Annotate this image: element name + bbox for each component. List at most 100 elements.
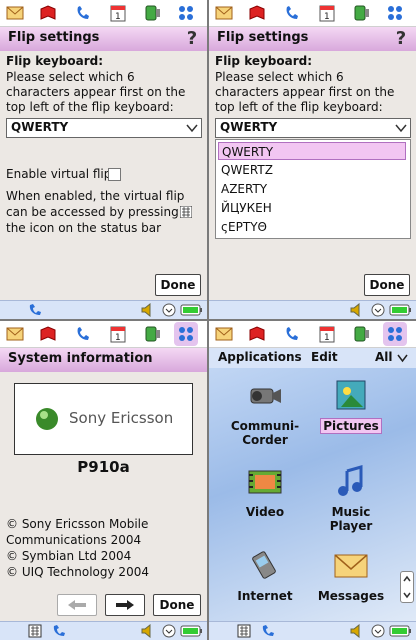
layout-option[interactable]: QWERTY	[218, 142, 406, 160]
layout-option[interactable]: AZERTY	[218, 180, 406, 198]
app-launcher-bar: 1	[209, 321, 416, 348]
speaker-icon[interactable]	[350, 624, 364, 638]
layout-option[interactable]: ЙЦУКЕН	[218, 199, 406, 217]
app-label: Pictures	[311, 418, 391, 434]
phone-icon[interactable]	[73, 324, 93, 344]
selected-layout: QWERTY	[220, 120, 278, 134]
flip-layout-select[interactable]: QWERTY	[6, 118, 202, 138]
help-icon[interactable]: ?	[182, 28, 202, 50]
title-bar: Flip settings ?	[209, 27, 416, 51]
done-button[interactable]: Done	[364, 274, 410, 296]
copyright-line: © Sony Ericsson Mobile	[6, 517, 149, 531]
camcorder-icon	[250, 388, 281, 404]
layout-option[interactable]: ςΕΡΤΥΘ	[218, 218, 406, 236]
apps-grid-icon[interactable]	[383, 322, 407, 346]
calendar-icon[interactable]: 1	[317, 324, 337, 344]
app-pictures[interactable]: Pictures	[311, 377, 391, 447]
applications-screen: 1 Applications Edit All Communi- Corder …	[209, 321, 416, 640]
app-music-player[interactable]: Music Player	[311, 463, 391, 533]
chevron-down-icon	[395, 124, 407, 133]
apps-grid-icon[interactable]	[385, 3, 405, 23]
battery-icon	[180, 304, 202, 316]
clock-icon[interactable]	[371, 303, 385, 317]
app-internet[interactable]: Internet	[225, 547, 305, 617]
page-title: Flip settings	[8, 30, 100, 45]
status-bar	[0, 621, 207, 640]
calendar-icon[interactable]: 1	[108, 324, 128, 344]
calendar-icon[interactable]: 1	[108, 3, 128, 23]
internet-phone-icon	[252, 551, 276, 579]
flip-keyboard-label: Flip keyboard:	[215, 54, 313, 68]
video-film-icon	[248, 470, 282, 494]
phone-icon[interactable]	[52, 624, 68, 638]
previous-button[interactable]	[57, 594, 97, 616]
app-launcher-bar: 1	[209, 0, 416, 27]
mail-icon[interactable]	[214, 324, 234, 344]
mail-icon[interactable]	[5, 3, 25, 23]
title-bar: Flip settings ?	[0, 27, 207, 51]
device-icon[interactable]	[143, 324, 163, 344]
speaker-icon[interactable]	[350, 303, 364, 317]
book-icon[interactable]	[247, 3, 267, 23]
flip-keyboard-description: Please select which 6 characters appear …	[6, 70, 186, 114]
app-launcher-bar: 1	[0, 321, 207, 348]
keyboard-icon[interactable]	[28, 624, 42, 638]
flip-keyboard-label: Flip keyboard:	[6, 54, 104, 68]
app-label: Corder	[242, 433, 288, 447]
envelope-icon	[334, 554, 368, 578]
apps-grid-icon[interactable]	[174, 322, 198, 346]
manufacturer-logo: Sony Ericsson	[14, 383, 193, 455]
menu-edit[interactable]: Edit	[311, 350, 338, 364]
mail-icon[interactable]	[5, 324, 25, 344]
sony-ericsson-logo-icon	[36, 408, 58, 430]
mail-icon[interactable]	[214, 3, 234, 23]
copyright-line: Communications 2004	[6, 533, 142, 547]
flip-settings-dropdown-screen: 1 Flip settings ? Flip keyboard: Please …	[209, 0, 416, 319]
help-icon[interactable]: ?	[391, 28, 411, 50]
enable-virtual-flip-checkbox[interactable]	[108, 168, 121, 181]
scrollbar[interactable]	[400, 571, 414, 603]
book-icon[interactable]	[247, 324, 267, 344]
phone-icon[interactable]	[261, 624, 277, 638]
calendar-icon[interactable]: 1	[317, 3, 337, 23]
device-icon[interactable]	[143, 3, 163, 23]
layout-dropdown-list: QWERTY QWERTZ AZERTY ЙЦУКЕН ςΕΡΤΥΘ	[215, 139, 411, 239]
speaker-icon[interactable]	[141, 303, 155, 317]
keyboard-icon[interactable]	[237, 624, 251, 638]
keyboard-icon	[180, 206, 192, 218]
battery-icon	[389, 304, 411, 316]
device-icon[interactable]	[352, 324, 372, 344]
virtual-flip-help: When enabled, the virtual flip can be ac…	[6, 189, 185, 235]
app-label: Player	[329, 519, 373, 533]
arrow-right-icon	[116, 600, 134, 610]
apps-grid-icon[interactable]	[176, 3, 196, 23]
flip-layout-select[interactable]: QWERTY	[215, 118, 411, 138]
next-button[interactable]	[105, 594, 145, 616]
app-communicorder[interactable]: Communi- Corder	[225, 377, 305, 447]
arrow-left-icon	[68, 600, 86, 610]
done-button[interactable]: Done	[153, 594, 201, 616]
clock-icon[interactable]	[371, 624, 385, 638]
clock-icon[interactable]	[162, 303, 176, 317]
app-messages[interactable]: Messages	[311, 547, 391, 617]
copyright-line: © UIQ Technology 2004	[6, 565, 149, 579]
menu-applications[interactable]: Applications	[218, 350, 302, 364]
phone-icon[interactable]	[28, 303, 44, 317]
phone-icon[interactable]	[282, 3, 302, 23]
clock-icon[interactable]	[162, 624, 176, 638]
svg-text:1: 1	[115, 12, 121, 22]
flip-keyboard-description: Please select which 6 characters appear …	[215, 70, 395, 114]
phone-icon[interactable]	[73, 3, 93, 23]
menu-all[interactable]: All	[375, 350, 393, 364]
done-button[interactable]: Done	[155, 274, 201, 296]
phone-icon[interactable]	[282, 324, 302, 344]
app-video[interactable]: Video	[225, 463, 305, 533]
book-icon[interactable]	[38, 3, 58, 23]
app-label: Video	[245, 505, 285, 519]
selected-layout: QWERTY	[11, 120, 69, 134]
device-icon[interactable]	[352, 3, 372, 23]
speaker-icon[interactable]	[141, 624, 155, 638]
layout-option[interactable]: QWERTZ	[218, 161, 406, 179]
menu-bar: Applications Edit All	[209, 348, 416, 368]
book-icon[interactable]	[38, 324, 58, 344]
